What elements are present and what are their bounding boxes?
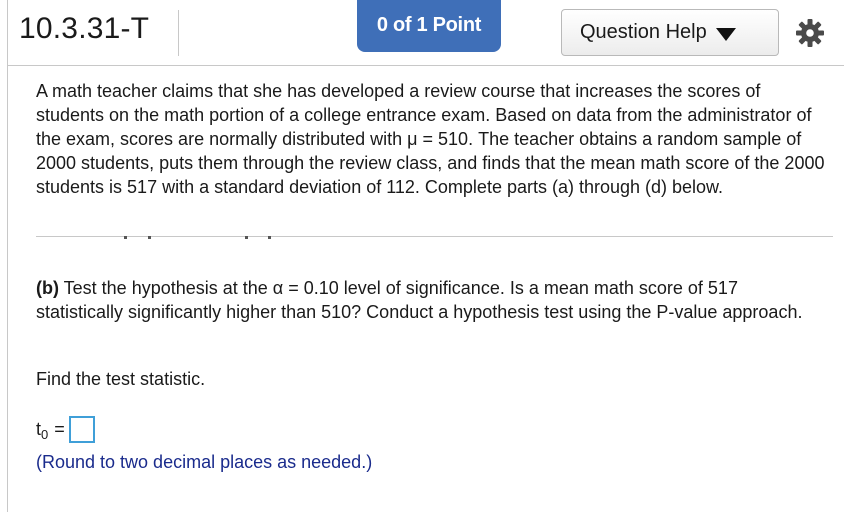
- test-statistic-input[interactable]: [68, 416, 95, 443]
- problem-statement: A math teacher claims that she has devel…: [36, 81, 825, 197]
- test-statistic-row: t 0 =: [36, 416, 95, 443]
- gear-icon[interactable]: [795, 18, 825, 48]
- test-statistic-subscript: 0: [41, 427, 49, 442]
- question-id: 10.3.31-T: [19, 12, 150, 45]
- scroll-overlap-artifact: [110, 232, 280, 240]
- question-help-button[interactable]: Question Help: [561, 9, 779, 56]
- content-frame: [7, 0, 844, 512]
- rounding-note: (Round to two decimal places as needed.): [36, 452, 373, 472]
- part-b-question: (b) Test the hypothesis at the α = 0.10 …: [36, 276, 826, 324]
- caret-down-icon: [715, 27, 736, 41]
- part-b-label: (b): [36, 278, 59, 298]
- header-divider: [178, 10, 179, 56]
- question-help-label: Question Help: [580, 21, 707, 43]
- instruction-text: Find the test statistic.: [36, 369, 206, 389]
- equals-sign: =: [54, 419, 65, 439]
- points-badge: 0 of 1 Point: [357, 0, 501, 52]
- part-b-text: Test the hypothesis at the α = 0.10 leve…: [36, 278, 803, 322]
